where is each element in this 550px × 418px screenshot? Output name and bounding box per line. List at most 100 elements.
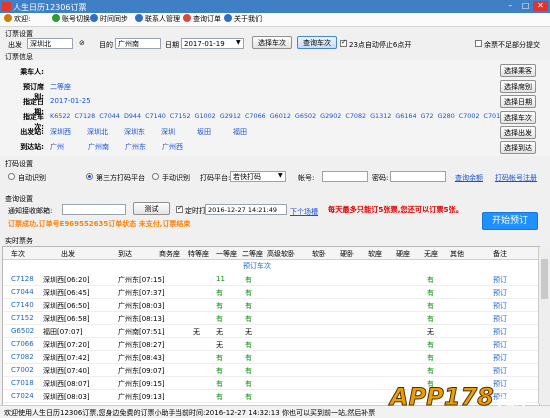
table-row[interactable]: C7140 深圳西[06:50] 广州东[08:03] 有 有 有 预订 xyxy=(3,299,539,312)
depart-label: 出发站: xyxy=(20,128,44,136)
captcha-auto-radio[interactable] xyxy=(8,173,15,180)
captcha-third-radio[interactable] xyxy=(86,173,93,180)
table-cell: 深圳西[07:20] xyxy=(43,341,90,349)
toolbar-contacts[interactable]: 联系人管理 xyxy=(135,14,180,25)
table-cell: 有 xyxy=(245,393,252,401)
toolbar-welcome: 欢迎: xyxy=(4,14,30,25)
passenger-label: 乘车人: xyxy=(20,68,44,76)
switch-icon xyxy=(52,14,60,22)
timer-input[interactable]: 2016-12-27 14:21:49 xyxy=(205,204,287,215)
th-second: 二等座 xyxy=(242,250,263,258)
table-row[interactable]: C7128 深圳西[06:20] 广州东[07:15] 11 有 有 预订 xyxy=(3,273,539,286)
start-booking-button[interactable]: 开始预订 xyxy=(482,212,538,230)
app-icon xyxy=(2,2,11,11)
table-cell[interactable]: 预订 xyxy=(493,366,507,376)
seat-value: 二等座 xyxy=(50,83,71,91)
table-cell[interactable]: 预订 xyxy=(493,301,507,311)
select-train-button[interactable]: 选择车次 xyxy=(252,36,292,49)
table-cell[interactable]: 预订 xyxy=(493,275,507,285)
toolbar-switch-account[interactable]: 账号切换 xyxy=(52,14,90,25)
maximize-icon[interactable]: □ xyxy=(518,1,533,11)
toolbar-orders[interactable]: 查询订单 xyxy=(183,14,221,25)
title-bar: 人生日历12306订票 – □ ✕ xyxy=(0,0,550,13)
table-cell: 有 xyxy=(427,354,434,362)
timer-checkbox[interactable] xyxy=(176,204,183,213)
select-arrive-button[interactable]: 选择到达 xyxy=(500,141,536,154)
auto-stop-label: 23点自动停止6点开 xyxy=(349,41,412,49)
table-cell: 有 xyxy=(427,289,434,297)
query-balance-link[interactable]: 查询余额 xyxy=(455,173,483,183)
select-seat-button[interactable]: 选择席别 xyxy=(500,80,536,93)
password-input[interactable] xyxy=(390,171,446,182)
test-button[interactable]: 测试 xyxy=(133,202,170,215)
table-cell: 深圳西[06:20] xyxy=(43,276,90,284)
table-cell: 有 xyxy=(216,289,223,297)
table-cell: 有 xyxy=(245,341,252,349)
th-soft-sleeper: 软卧 xyxy=(312,250,326,258)
table-cell[interactable]: 预订 xyxy=(493,340,507,350)
close-icon[interactable]: ✕ xyxy=(533,1,548,11)
table-cell: 有 xyxy=(427,302,434,310)
table-cell[interactable]: 预订 xyxy=(493,314,507,324)
table-row[interactable]: C7066 深圳西[07:20] 广州东[08:27] 无 有 有 预订 xyxy=(3,338,539,351)
table-cell: 深圳西[07:40] xyxy=(43,367,90,375)
table-cell: 福田[07:07] xyxy=(43,328,83,336)
assign-date-value: 2017-01-25 xyxy=(50,97,91,105)
th-first: 一等座 xyxy=(216,250,237,258)
remain-checkbox[interactable] xyxy=(475,40,482,47)
arrive-label: 到达站: xyxy=(20,143,44,151)
auto-stop-checkbox[interactable] xyxy=(340,38,347,47)
table-header: 车次 出发 到达 商务座 特等座 一等座 二等座 高级软卧 软卧 硬卧 软座 硬… xyxy=(3,247,539,260)
select-date-button[interactable]: 选择日期 xyxy=(500,95,536,108)
th-no-seat: 无座 xyxy=(424,250,438,258)
th-soft-seat: 软座 xyxy=(368,250,382,258)
toolbar-time-sync[interactable]: 时间同步 xyxy=(90,14,128,25)
watermark-logo: APP178 手游网 xyxy=(390,383,526,412)
table-cell: G6502 xyxy=(11,327,35,335)
captcha-manual-radio[interactable] xyxy=(152,173,159,180)
chevron-down-icon[interactable]: ▼ xyxy=(278,172,283,179)
table-cell: 有 xyxy=(216,380,223,388)
table-cell: 深圳西[08:03] xyxy=(43,393,90,401)
swap-icon[interactable]: ⊘ xyxy=(79,39,85,47)
table-cell: C7018 xyxy=(11,379,34,387)
promo-text: 每天最多只能订5张票,您还可以订票5张。 xyxy=(328,205,463,214)
table-cell: 广州南[07:51] xyxy=(118,328,165,336)
table-cell[interactable]: 预订 xyxy=(493,353,507,363)
date-label: 日期 xyxy=(165,41,179,49)
toolbar-about[interactable]: 关于我们 xyxy=(224,14,262,25)
to-input[interactable]: 广州南 xyxy=(115,38,161,49)
table-cell: 有 xyxy=(216,302,223,310)
table-row[interactable]: C7044 深圳西[06:45] 广州东[07:37] 有 有 有 预订 xyxy=(3,286,539,299)
th-train: 车次 xyxy=(11,250,25,258)
th-hard-seat: 硬座 xyxy=(396,250,410,258)
table-cell[interactable]: 预订 xyxy=(493,327,507,337)
captcha-auto-label: 自动识别 xyxy=(18,174,46,182)
register-link[interactable]: 打码帐号注册 xyxy=(495,173,537,183)
minimize-icon[interactable]: – xyxy=(503,1,518,11)
next-slot-link[interactable]: 下个场槽 xyxy=(290,207,318,217)
table-cell: 有 xyxy=(245,380,252,388)
from-input[interactable]: 深圳北 xyxy=(27,38,73,49)
table-row[interactable]: C7002 深圳西[07:40] 广州东[09:07] 有 有 有 预订 xyxy=(3,364,539,377)
table-cell: 无 xyxy=(427,328,434,336)
select-depart-button[interactable]: 选择出发 xyxy=(500,126,536,139)
toolbar: 欢迎: 账号切换 时间同步 联系人管理 查询订单 关于我们 xyxy=(0,13,550,27)
table-cell: C7002 xyxy=(11,366,34,374)
table-cell[interactable]: 预订 xyxy=(493,288,507,298)
table-row[interactable]: C7082 深圳西[07:42] 广州东[08:43] 有 有 有 预订 xyxy=(3,351,539,364)
email-input[interactable] xyxy=(62,204,126,215)
scrollbar-thumb[interactable] xyxy=(541,259,548,299)
table-cell: 有 xyxy=(245,302,252,310)
account-input[interactable] xyxy=(322,171,368,182)
select-passenger-button[interactable]: 选择乘客 xyxy=(500,64,536,77)
select-train-list-button[interactable]: 选择车次 xyxy=(500,111,536,124)
remain-label: 余票不足部分提交 xyxy=(484,41,540,49)
table-cell: 有 xyxy=(216,367,223,375)
date-input[interactable]: 2017-01-19 xyxy=(181,38,244,49)
search-train-button[interactable]: 查询车次 xyxy=(297,36,337,49)
calendar-dropdown-icon[interactable]: ▼ xyxy=(236,39,241,46)
vertical-scrollbar[interactable] xyxy=(538,247,550,404)
table-row[interactable]: C7152 深圳西[06:58] 广州东[08:13] 有 有 有 预订 xyxy=(3,312,539,325)
table-row[interactable]: G6502 福田[07:07] 广州南[07:51] 无 无 无 无 预订 xyxy=(3,325,539,338)
